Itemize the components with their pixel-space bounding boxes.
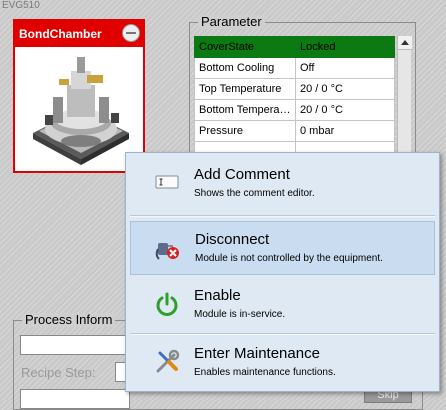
table-row[interactable]: CoverState Locked [194,36,395,58]
parameter-scrollbar[interactable] [397,36,412,163]
parameter-panel-title: Parameter [198,15,265,29]
module-name: BondChamber [19,27,102,41]
comment-icon [155,175,179,189]
parameter-name: Bottom Temperat... [194,99,296,121]
parameter-name: Bottom Cooling [194,57,296,79]
table-row[interactable]: Bottom Cooling Off [194,57,395,79]
menu-item-title: Disconnect [195,231,270,248]
recipe-step-label: Recipe Step: [21,365,96,380]
table-row[interactable]: Pressure 0 mbar [194,120,395,142]
menu-item-description: Module is not controlled by the equipmen… [195,253,383,264]
menu-item-description: Enables maintenance functions. [194,367,336,378]
menu-item-enable[interactable]: Enable Module is in-service. [130,277,435,331]
parameter-value: 20 / 0 °C [295,99,395,121]
parameter-value: 20 / 0 °C [295,78,395,100]
parameter-panel: Parameter CoverState Locked Bottom Cooli… [189,15,416,163]
module-state-button[interactable] [122,24,140,42]
menu-item-enter-maintenance[interactable]: Enter Maintenance Enables maintenance fu… [130,337,435,389]
context-menu: Add Comment Shows the comment editor. Di… [125,152,440,392]
power-icon [156,292,178,316]
tools-icon [156,349,180,373]
bond-chamber-image [33,57,129,165]
menu-item-title: Enable [194,287,241,304]
module-header: BondChamber [15,21,143,47]
app-title: EVG510 [2,0,40,11]
menu-separator [130,333,435,335]
scroll-up-button[interactable] [398,36,412,50]
menu-item-disconnect[interactable]: Disconnect Module is not controlled by t… [130,221,435,275]
menu-separator [130,215,435,217]
parameter-table: CoverState Locked Bottom Cooling Off Top… [194,36,395,163]
arrow-up-icon [401,40,409,45]
process-detail-field[interactable] [20,389,130,409]
parameter-value: Off [295,57,395,79]
module-tile[interactable]: BondChamber [13,19,145,173]
unplug-icon [155,243,179,260]
parameter-value: Locked [295,36,395,58]
menu-item-description: Shows the comment editor. [194,188,315,199]
menu-item-title: Add Comment [194,166,290,183]
menu-item-add-comment[interactable]: Add Comment Shows the comment editor. [130,157,435,211]
parameter-name: CoverState [194,36,296,58]
parameter-value: 0 mbar [295,120,395,142]
table-row[interactable]: Bottom Temperat... 20 / 0 °C [194,99,395,121]
menu-item-title: Enter Maintenance [194,345,320,362]
parameter-name: Top Temperature [194,78,296,100]
process-information-title: Process Inform [22,313,116,327]
parameter-name: Pressure [194,120,296,142]
minus-icon [126,32,136,34]
process-name-field[interactable] [20,335,130,355]
table-row[interactable]: Top Temperature 20 / 0 °C [194,78,395,100]
menu-item-description: Module is in-service. [194,309,286,320]
